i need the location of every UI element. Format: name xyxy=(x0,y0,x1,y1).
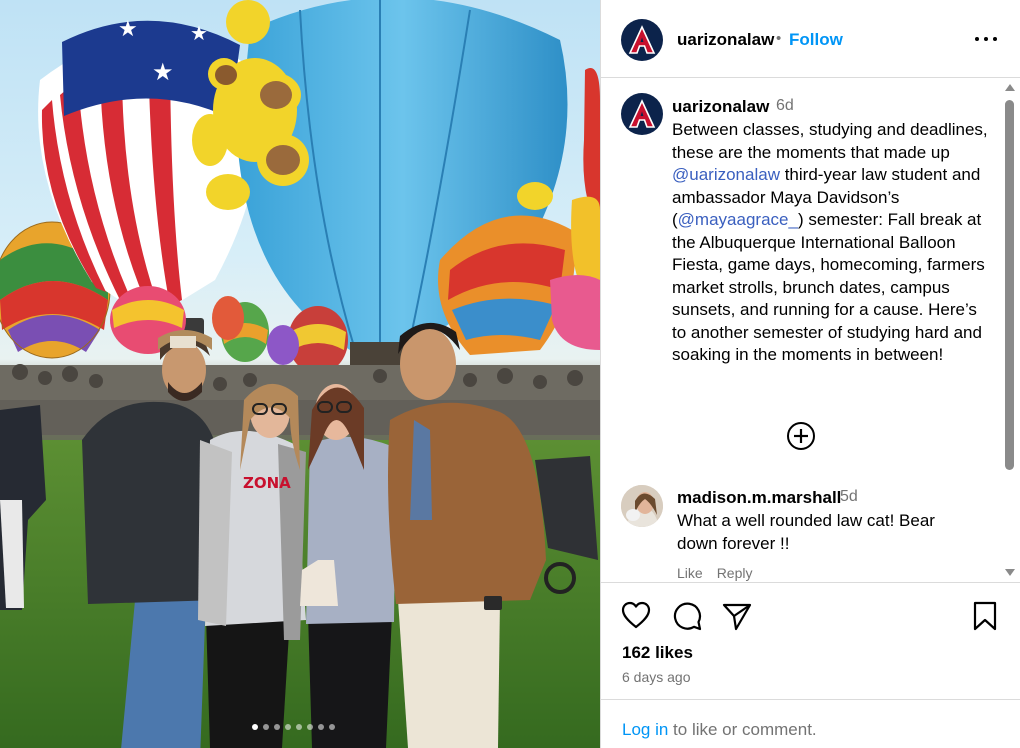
caption-username[interactable]: uarizonalaw xyxy=(672,97,769,117)
post-photo[interactable]: ★ ★ ★ ZONA xyxy=(0,0,600,748)
arizona-logo-icon xyxy=(628,25,656,54)
carousel-dot[interactable] xyxy=(285,724,291,730)
caption-text: Between classes, studying and deadlines,… xyxy=(672,119,990,367)
commenter-avatar[interactable] xyxy=(621,485,663,527)
login-prompt: Log in to like or comment. xyxy=(622,720,817,740)
svg-text:★: ★ xyxy=(152,59,174,86)
caption-avatar[interactable] xyxy=(621,93,663,135)
svg-text:★: ★ xyxy=(118,16,138,41)
comment-text: What a well rounded law cat! Bear down f… xyxy=(677,511,935,553)
balloon-fiesta-photo: ★ ★ ★ ZONA xyxy=(0,0,600,748)
scrollbar[interactable] xyxy=(1004,84,1016,576)
more-options-icon[interactable] xyxy=(971,27,1001,51)
post-actions-section: 162 likes 6 days ago Log in to like or c… xyxy=(601,582,1020,748)
login-link[interactable]: Log in xyxy=(622,720,668,739)
post-date[interactable]: 6 days ago xyxy=(622,669,691,685)
heart-icon[interactable] xyxy=(621,601,651,629)
carousel-dot[interactable] xyxy=(263,724,269,730)
like-count[interactable]: 162 likes xyxy=(622,643,693,663)
mention-link[interactable]: @uarizonalaw xyxy=(672,165,780,184)
login-prompt-text: to like or comment. xyxy=(668,720,817,739)
instagram-post-view: ★ ★ ★ ZONA uarizonalaw • Follow uarizona… xyxy=(0,0,1020,748)
carousel-dot[interactable] xyxy=(307,724,313,730)
plus-circle-icon[interactable] xyxy=(786,421,816,451)
caption-time: 6d xyxy=(776,97,794,114)
carousel-dot[interactable] xyxy=(274,724,280,730)
svg-text:★: ★ xyxy=(190,23,208,45)
follow-button[interactable]: Follow xyxy=(789,30,843,50)
caption-part: Between classes, studying and deadlines,… xyxy=(672,120,988,162)
bookmark-icon[interactable] xyxy=(972,601,998,631)
header-username[interactable]: uarizonalaw xyxy=(677,30,774,50)
scroll-down-arrow-icon[interactable] xyxy=(1005,569,1015,576)
comment-reply-button[interactable]: Reply xyxy=(717,565,753,581)
mention-link[interactable]: @mayaagrace_ xyxy=(678,210,798,229)
divider xyxy=(601,699,1020,700)
shirt-text: ZONA xyxy=(243,474,291,492)
caption-part: ) semester: Fall break at the Albuquerqu… xyxy=(672,210,985,364)
comment-username[interactable]: madison.m.marshall xyxy=(677,488,841,508)
comment-bubble-icon[interactable] xyxy=(672,601,702,631)
comment-like-button[interactable]: Like xyxy=(677,565,703,581)
header-separator: • xyxy=(776,30,782,47)
carousel-dot[interactable] xyxy=(329,724,335,730)
scrollbar-thumb[interactable] xyxy=(1005,100,1014,470)
carousel-indicator xyxy=(252,724,335,730)
carousel-dot[interactable] xyxy=(296,724,302,730)
post-side-panel: uarizonalaw • Follow uarizonalaw 6d Betw… xyxy=(600,0,1020,748)
avatar-photo xyxy=(621,485,663,527)
comments-scroll-area[interactable]: uarizonalaw 6d Between classes, studying… xyxy=(601,79,1020,581)
profile-avatar[interactable] xyxy=(621,19,663,61)
scroll-up-arrow-icon[interactable] xyxy=(1005,84,1015,91)
comment-actions: Like Reply xyxy=(677,565,766,581)
comment-time: 5d xyxy=(840,488,858,505)
post-header: uarizonalaw • Follow xyxy=(601,0,1020,78)
paper-plane-icon[interactable] xyxy=(722,601,752,631)
carousel-dot[interactable] xyxy=(252,724,258,730)
arizona-logo-icon xyxy=(628,99,656,128)
carousel-dot[interactable] xyxy=(318,724,324,730)
